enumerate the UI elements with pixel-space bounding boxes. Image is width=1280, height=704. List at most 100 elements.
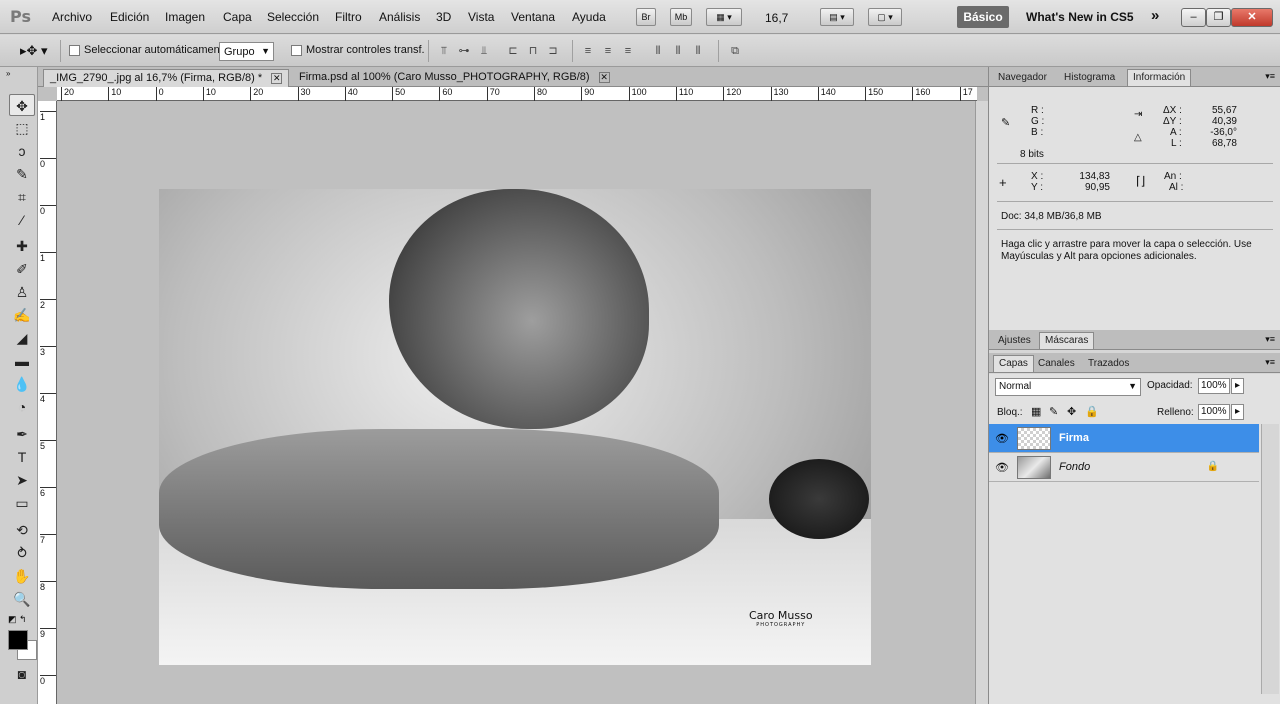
menu-filtro[interactable]: Filtro — [335, 10, 362, 24]
type-tool-icon[interactable]: T — [9, 446, 35, 468]
distribute-left-icon[interactable]: ⦀ — [650, 45, 666, 57]
restore-icon[interactable]: ❐ — [1206, 8, 1231, 27]
zoom-level[interactable]: 16,7 — [765, 11, 788, 25]
tab-histograma[interactable]: Histograma — [1059, 70, 1120, 87]
healing-brush-tool-icon[interactable]: ✚ — [9, 235, 35, 257]
quick-selection-tool-icon[interactable]: ✎ — [9, 163, 35, 185]
tab-navegador[interactable]: Navegador — [993, 70, 1052, 87]
menu-edicion[interactable]: Edición — [110, 10, 149, 24]
canvas[interactable]: Caro Musso PHOTOGRAPHY — [58, 102, 975, 704]
align-right-icon[interactable]: ⊐ — [545, 45, 561, 57]
hand-tool-icon[interactable]: ✋ — [9, 565, 35, 587]
close-tab-icon[interactable]: ✕ — [271, 73, 283, 84]
pen-tool-icon[interactable]: ✒ — [9, 423, 35, 445]
distribute-vcenter-icon[interactable]: ≡ — [600, 45, 616, 57]
tab-mascaras[interactable]: Máscaras — [1039, 332, 1095, 349]
tab-trazados[interactable]: Trazados — [1083, 356, 1134, 373]
bridge-button[interactable]: Br — [636, 8, 656, 26]
show-transform-checkbox[interactable] — [291, 45, 302, 56]
photo-image[interactable]: Caro Musso PHOTOGRAPHY — [159, 189, 871, 665]
align-vcenter-icon[interactable]: ⊶ — [456, 45, 472, 57]
vertical-scrollbar[interactable] — [975, 101, 988, 704]
3d-rotate-tool-icon[interactable]: ⟲ — [9, 519, 35, 541]
menu-ayuda[interactable]: Ayuda — [572, 10, 606, 24]
lock-transparency-icon[interactable]: ▦ — [1031, 405, 1041, 418]
distribute-top-icon[interactable]: ≡ — [580, 45, 596, 57]
menu-3d[interactable]: 3D — [436, 10, 451, 24]
tab-informacion[interactable]: Información — [1127, 69, 1192, 86]
menu-vista[interactable]: Vista — [468, 10, 494, 24]
screen-mode-button[interactable]: ▢ ▾ — [868, 8, 902, 26]
opacity-input[interactable]: 100% — [1198, 378, 1230, 394]
distribute-hcenter-icon[interactable]: ⦀ — [670, 45, 686, 57]
view-extras-button[interactable]: ▦ ▾ — [706, 8, 742, 26]
auto-select-checkbox[interactable] — [69, 45, 80, 56]
path-selection-tool-icon[interactable]: ➤ — [9, 469, 35, 491]
align-bottom-icon[interactable]: ⫫ — [476, 45, 492, 57]
menu-archivo[interactable]: Archivo — [52, 10, 92, 24]
fill-input[interactable]: 100% — [1198, 404, 1230, 420]
dodge-tool-icon[interactable]: ◔ — [9, 396, 35, 418]
panel-menu-icon[interactable]: ▾≡ — [1265, 357, 1275, 368]
layer-row-firma[interactable]: 👁 Firma — [989, 424, 1259, 453]
shape-tool-icon[interactable]: ▭ — [9, 492, 35, 514]
gradient-tool-icon[interactable]: ▬ — [9, 350, 35, 372]
fill-slider-icon[interactable]: ▸ — [1231, 404, 1244, 420]
history-brush-tool-icon[interactable]: ✍ — [9, 304, 35, 326]
distribute-right-icon[interactable]: ⦀ — [690, 45, 706, 57]
visibility-eye-icon[interactable]: 👁 — [995, 432, 1009, 445]
eraser-tool-icon[interactable]: ◢ — [9, 327, 35, 349]
crop-tool-icon[interactable]: ⌗ — [9, 186, 35, 208]
workspace-basico-button[interactable]: Básico — [957, 6, 1009, 28]
align-left-icon[interactable]: ⊏ — [505, 45, 521, 57]
menu-imagen[interactable]: Imagen — [165, 10, 205, 24]
layer-row-fondo[interactable]: 👁 Fondo 🔒 — [989, 453, 1259, 482]
menu-analisis[interactable]: Análisis — [379, 10, 420, 24]
mini-bridge-button[interactable]: Mb — [670, 8, 692, 26]
align-hcenter-icon[interactable]: ⊓ — [525, 45, 541, 57]
default-colors-icon[interactable]: ◩ ↰ — [8, 614, 27, 625]
more-workspaces-icon[interactable]: » — [1151, 7, 1159, 24]
layers-scrollbar[interactable] — [1261, 424, 1279, 694]
blur-tool-icon[interactable]: 💧 — [9, 373, 35, 395]
layer-name[interactable]: Fondo — [1059, 461, 1090, 473]
3d-orbit-tool-icon[interactable]: ⥁ — [9, 542, 35, 564]
close-tab-icon[interactable]: ✕ — [598, 72, 610, 83]
menu-ventana[interactable]: Ventana — [511, 10, 555, 24]
move-tool-preset-icon[interactable]: ▸✥ ▾ — [20, 43, 48, 59]
lock-position-icon[interactable]: ✥ — [1067, 405, 1076, 418]
brush-tool-icon[interactable]: ✐ — [9, 258, 35, 280]
tab-firma-psd[interactable]: Firma.psd al 100% (Caro Musso_PHOTOGRAPH… — [293, 69, 616, 87]
auto-align-layers-icon[interactable]: ⧉ — [727, 45, 743, 57]
auto-select-dropdown[interactable]: Grupo ▼ — [219, 42, 274, 61]
layer-name[interactable]: Firma — [1059, 432, 1089, 444]
marquee-tool-icon[interactable]: ⬚ — [9, 117, 35, 139]
distribute-bottom-icon[interactable]: ≡ — [620, 45, 636, 57]
blend-mode-dropdown[interactable]: Normal ▼ — [995, 378, 1141, 396]
zoom-tool-icon[interactable]: 🔍 — [9, 588, 35, 610]
foreground-color-swatch[interactable] — [8, 630, 28, 650]
align-top-icon[interactable]: ⫪ — [436, 45, 452, 57]
tab-canales[interactable]: Canales — [1033, 356, 1080, 373]
tab-capas[interactable]: Capas — [993, 355, 1034, 372]
minimize-icon[interactable]: – — [1181, 8, 1206, 27]
tab-ajustes[interactable]: Ajustes — [993, 333, 1036, 350]
menu-seleccion[interactable]: Selección — [267, 10, 319, 24]
visibility-eye-icon[interactable]: 👁 — [995, 461, 1009, 474]
close-icon[interactable]: ✕ — [1231, 8, 1273, 27]
lock-pixels-icon[interactable]: ✎ — [1049, 405, 1058, 418]
opacity-slider-icon[interactable]: ▸ — [1231, 378, 1244, 394]
move-tool-icon[interactable]: ✥ — [9, 94, 35, 116]
clone-stamp-tool-icon[interactable]: ♙ — [9, 281, 35, 303]
menu-capa[interactable]: Capa — [223, 10, 252, 24]
panel-menu-icon[interactable]: ▾≡ — [1265, 334, 1275, 345]
whats-new-button[interactable]: What's New in CS5 — [1026, 10, 1134, 24]
quick-mask-icon[interactable]: ◙ — [9, 663, 35, 685]
tab-img-2790[interactable]: _IMG_2790_.jpg al 16,7% (Firma, RGB/8) *… — [43, 69, 290, 87]
expand-panel-icon[interactable]: » — [6, 69, 10, 78]
lasso-tool-icon[interactable]: ↄ — [9, 140, 35, 162]
arrange-documents-button[interactable]: ▤ ▾ — [820, 8, 854, 26]
lock-all-icon[interactable]: 🔒 — [1085, 405, 1099, 418]
panel-menu-icon[interactable]: ▾≡ — [1265, 71, 1275, 82]
eyedropper-tool-icon[interactable]: ⁄ — [9, 209, 35, 231]
